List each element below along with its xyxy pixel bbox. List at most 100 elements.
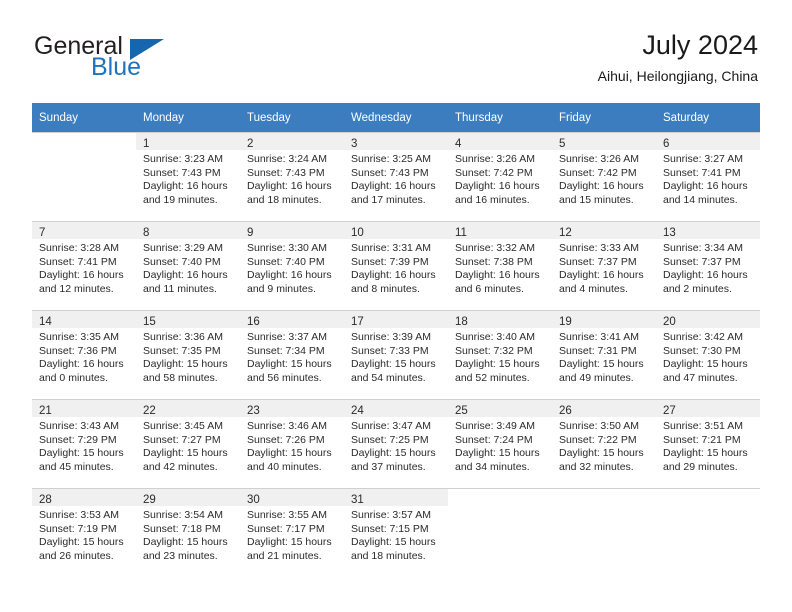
daylight-text-line1: Daylight: 15 hours bbox=[351, 536, 436, 549]
sunset-text: Sunset: 7:43 PM bbox=[351, 166, 429, 179]
calendar-cell[interactable] bbox=[32, 132, 136, 222]
day-number: 30 bbox=[247, 494, 260, 506]
day-details: Sunrise: 3:51 AM Sunset: 7:21 PM Dayligh… bbox=[656, 417, 760, 474]
weekday-header-saturday: Saturday bbox=[656, 103, 760, 133]
sunrise-text: Sunrise: 3:29 AM bbox=[143, 242, 223, 254]
day-details: Sunrise: 3:34 AM Sunset: 7:37 PM Dayligh… bbox=[656, 239, 760, 296]
sunrise-text: Sunrise: 3:51 AM bbox=[663, 420, 743, 432]
calendar-cell[interactable] bbox=[552, 488, 656, 577]
calendar-cell[interactable]: 12 Sunrise: 3:33 AM Sunset: 7:37 PM Dayl… bbox=[552, 221, 656, 311]
sunrise-text: Sunrise: 3:33 AM bbox=[559, 242, 639, 254]
day-number: 9 bbox=[247, 227, 254, 239]
calendar-cell[interactable]: 18 Sunrise: 3:40 AM Sunset: 7:32 PM Dayl… bbox=[448, 310, 552, 400]
calendar-cell[interactable]: 16 Sunrise: 3:37 AM Sunset: 7:34 PM Dayl… bbox=[240, 310, 344, 400]
weekday-header-wednesday: Wednesday bbox=[344, 103, 448, 133]
day-details: Sunrise: 3:35 AM Sunset: 7:36 PM Dayligh… bbox=[32, 328, 136, 385]
calendar-cell[interactable] bbox=[656, 488, 760, 577]
sunrise-text: Sunrise: 3:49 AM bbox=[455, 420, 535, 432]
calendar-cell[interactable]: 26 Sunrise: 3:50 AM Sunset: 7:22 PM Dayl… bbox=[552, 399, 656, 489]
calendar-cell[interactable]: 7 Sunrise: 3:28 AM Sunset: 7:41 PM Dayli… bbox=[32, 221, 136, 311]
calendar-cell[interactable]: 27 Sunrise: 3:51 AM Sunset: 7:21 PM Dayl… bbox=[656, 399, 760, 489]
calendar-cell[interactable]: 24 Sunrise: 3:47 AM Sunset: 7:25 PM Dayl… bbox=[344, 399, 448, 489]
daylight-text-line1: Daylight: 15 hours bbox=[559, 447, 644, 460]
calendar-cell[interactable]: 29 Sunrise: 3:54 AM Sunset: 7:18 PM Dayl… bbox=[136, 488, 240, 577]
day-number-band: 3 bbox=[344, 133, 448, 150]
day-number: 3 bbox=[351, 138, 358, 150]
sunrise-text: Sunrise: 3:26 AM bbox=[559, 153, 639, 165]
calendar-cell[interactable]: 13 Sunrise: 3:34 AM Sunset: 7:37 PM Dayl… bbox=[656, 221, 760, 311]
calendar-cell[interactable]: 21 Sunrise: 3:43 AM Sunset: 7:29 PM Dayl… bbox=[32, 399, 136, 489]
calendar-cell[interactable]: 31 Sunrise: 3:57 AM Sunset: 7:15 PM Dayl… bbox=[344, 488, 448, 577]
calendar-cell[interactable]: 25 Sunrise: 3:49 AM Sunset: 7:24 PM Dayl… bbox=[448, 399, 552, 489]
sunset-text: Sunset: 7:32 PM bbox=[455, 344, 533, 357]
calendar-cell[interactable]: 28 Sunrise: 3:53 AM Sunset: 7:19 PM Dayl… bbox=[32, 488, 136, 577]
sunset-text: Sunset: 7:18 PM bbox=[143, 522, 221, 535]
sunset-text: Sunset: 7:38 PM bbox=[455, 255, 533, 268]
day-number: 23 bbox=[247, 405, 260, 417]
daylight-text-line1: Daylight: 15 hours bbox=[39, 536, 124, 549]
calendar-cell[interactable]: 14 Sunrise: 3:35 AM Sunset: 7:36 PM Dayl… bbox=[32, 310, 136, 400]
daylight-text-line2: and 14 minutes. bbox=[663, 193, 738, 206]
calendar-cell[interactable]: 11 Sunrise: 3:32 AM Sunset: 7:38 PM Dayl… bbox=[448, 221, 552, 311]
sunrise-text: Sunrise: 3:27 AM bbox=[663, 153, 743, 165]
day-number: 25 bbox=[455, 405, 468, 417]
calendar-cell[interactable]: 8 Sunrise: 3:29 AM Sunset: 7:40 PM Dayli… bbox=[136, 221, 240, 311]
day-number: 1 bbox=[143, 138, 150, 150]
calendar-cell[interactable]: 23 Sunrise: 3:46 AM Sunset: 7:26 PM Dayl… bbox=[240, 399, 344, 489]
day-details: Sunrise: 3:39 AM Sunset: 7:33 PM Dayligh… bbox=[344, 328, 448, 385]
general-blue-logo[interactable]: General Blue bbox=[34, 32, 294, 88]
calendar-cell[interactable]: 5 Sunrise: 3:26 AM Sunset: 7:42 PM Dayli… bbox=[552, 132, 656, 222]
sunset-text: Sunset: 7:36 PM bbox=[39, 344, 117, 357]
daylight-text-line1: Daylight: 15 hours bbox=[247, 447, 332, 460]
calendar-cell[interactable]: 17 Sunrise: 3:39 AM Sunset: 7:33 PM Dayl… bbox=[344, 310, 448, 400]
day-number-band: 11 bbox=[448, 222, 552, 239]
day-number: 24 bbox=[351, 405, 364, 417]
day-details: Sunrise: 3:32 AM Sunset: 7:38 PM Dayligh… bbox=[448, 239, 552, 296]
daylight-text-line1: Daylight: 16 hours bbox=[663, 269, 748, 282]
calendar-cell[interactable]: 3 Sunrise: 3:25 AM Sunset: 7:43 PM Dayli… bbox=[344, 132, 448, 222]
daylight-text-line2: and 11 minutes. bbox=[143, 282, 217, 295]
day-details: Sunrise: 3:36 AM Sunset: 7:35 PM Dayligh… bbox=[136, 328, 240, 385]
day-cell-1: 1 Sunrise: 3:23 AM Sunset: 7:43 PM Dayli… bbox=[136, 133, 240, 221]
daylight-text-line1: Daylight: 15 hours bbox=[663, 447, 748, 460]
sunset-text: Sunset: 7:26 PM bbox=[247, 433, 325, 446]
calendar-cell[interactable]: 22 Sunrise: 3:45 AM Sunset: 7:27 PM Dayl… bbox=[136, 399, 240, 489]
calendar-cell[interactable]: 30 Sunrise: 3:55 AM Sunset: 7:17 PM Dayl… bbox=[240, 488, 344, 577]
calendar-cell[interactable]: 19 Sunrise: 3:41 AM Sunset: 7:31 PM Dayl… bbox=[552, 310, 656, 400]
daylight-text-line1: Daylight: 16 hours bbox=[143, 180, 228, 193]
day-details: Sunrise: 3:45 AM Sunset: 7:27 PM Dayligh… bbox=[136, 417, 240, 474]
sunset-text: Sunset: 7:41 PM bbox=[39, 255, 117, 268]
daylight-text-line2: and 23 minutes. bbox=[143, 549, 218, 562]
daylight-text-line1: Daylight: 15 hours bbox=[143, 536, 228, 549]
calendar-week-row: 28 Sunrise: 3:53 AM Sunset: 7:19 PM Dayl… bbox=[32, 488, 760, 577]
day-number-band: 18 bbox=[448, 311, 552, 328]
day-number: 21 bbox=[39, 405, 52, 417]
calendar-cell[interactable]: 4 Sunrise: 3:26 AM Sunset: 7:42 PM Dayli… bbox=[448, 132, 552, 222]
day-number-band: 16 bbox=[240, 311, 344, 328]
sunrise-text: Sunrise: 3:47 AM bbox=[351, 420, 431, 432]
daylight-text-line1: Daylight: 16 hours bbox=[351, 180, 436, 193]
calendar-cell[interactable]: 9 Sunrise: 3:30 AM Sunset: 7:40 PM Dayli… bbox=[240, 221, 344, 311]
day-cell-8: 8 Sunrise: 3:29 AM Sunset: 7:40 PM Dayli… bbox=[136, 222, 240, 310]
day-cell-20: 20 Sunrise: 3:42 AM Sunset: 7:30 PM Dayl… bbox=[656, 311, 760, 399]
calendar-cell[interactable]: 2 Sunrise: 3:24 AM Sunset: 7:43 PM Dayli… bbox=[240, 132, 344, 222]
calendar-cell[interactable]: 15 Sunrise: 3:36 AM Sunset: 7:35 PM Dayl… bbox=[136, 310, 240, 400]
sunrise-text: Sunrise: 3:55 AM bbox=[247, 509, 327, 521]
day-number: 4 bbox=[455, 138, 462, 150]
day-number-band: 2 bbox=[240, 133, 344, 150]
daylight-text-line1: Daylight: 15 hours bbox=[351, 358, 436, 371]
day-details: Sunrise: 3:24 AM Sunset: 7:43 PM Dayligh… bbox=[240, 150, 344, 207]
calendar-cell[interactable]: 20 Sunrise: 3:42 AM Sunset: 7:30 PM Dayl… bbox=[656, 310, 760, 400]
daylight-text-line2: and 56 minutes. bbox=[247, 371, 322, 384]
calendar-cell[interactable]: 1 Sunrise: 3:23 AM Sunset: 7:43 PM Dayli… bbox=[136, 132, 240, 222]
calendar-cell[interactable] bbox=[448, 488, 552, 577]
day-number-band: 27 bbox=[656, 400, 760, 417]
sunset-text: Sunset: 7:40 PM bbox=[247, 255, 325, 268]
weekday-header-friday: Friday bbox=[552, 103, 656, 133]
calendar-cell[interactable]: 6 Sunrise: 3:27 AM Sunset: 7:41 PM Dayli… bbox=[656, 132, 760, 222]
day-number-band: 17 bbox=[344, 311, 448, 328]
day-details bbox=[552, 506, 656, 509]
day-cell-15: 15 Sunrise: 3:36 AM Sunset: 7:35 PM Dayl… bbox=[136, 311, 240, 399]
day-number-band bbox=[656, 489, 760, 506]
calendar-cell[interactable]: 10 Sunrise: 3:31 AM Sunset: 7:39 PM Dayl… bbox=[344, 221, 448, 311]
